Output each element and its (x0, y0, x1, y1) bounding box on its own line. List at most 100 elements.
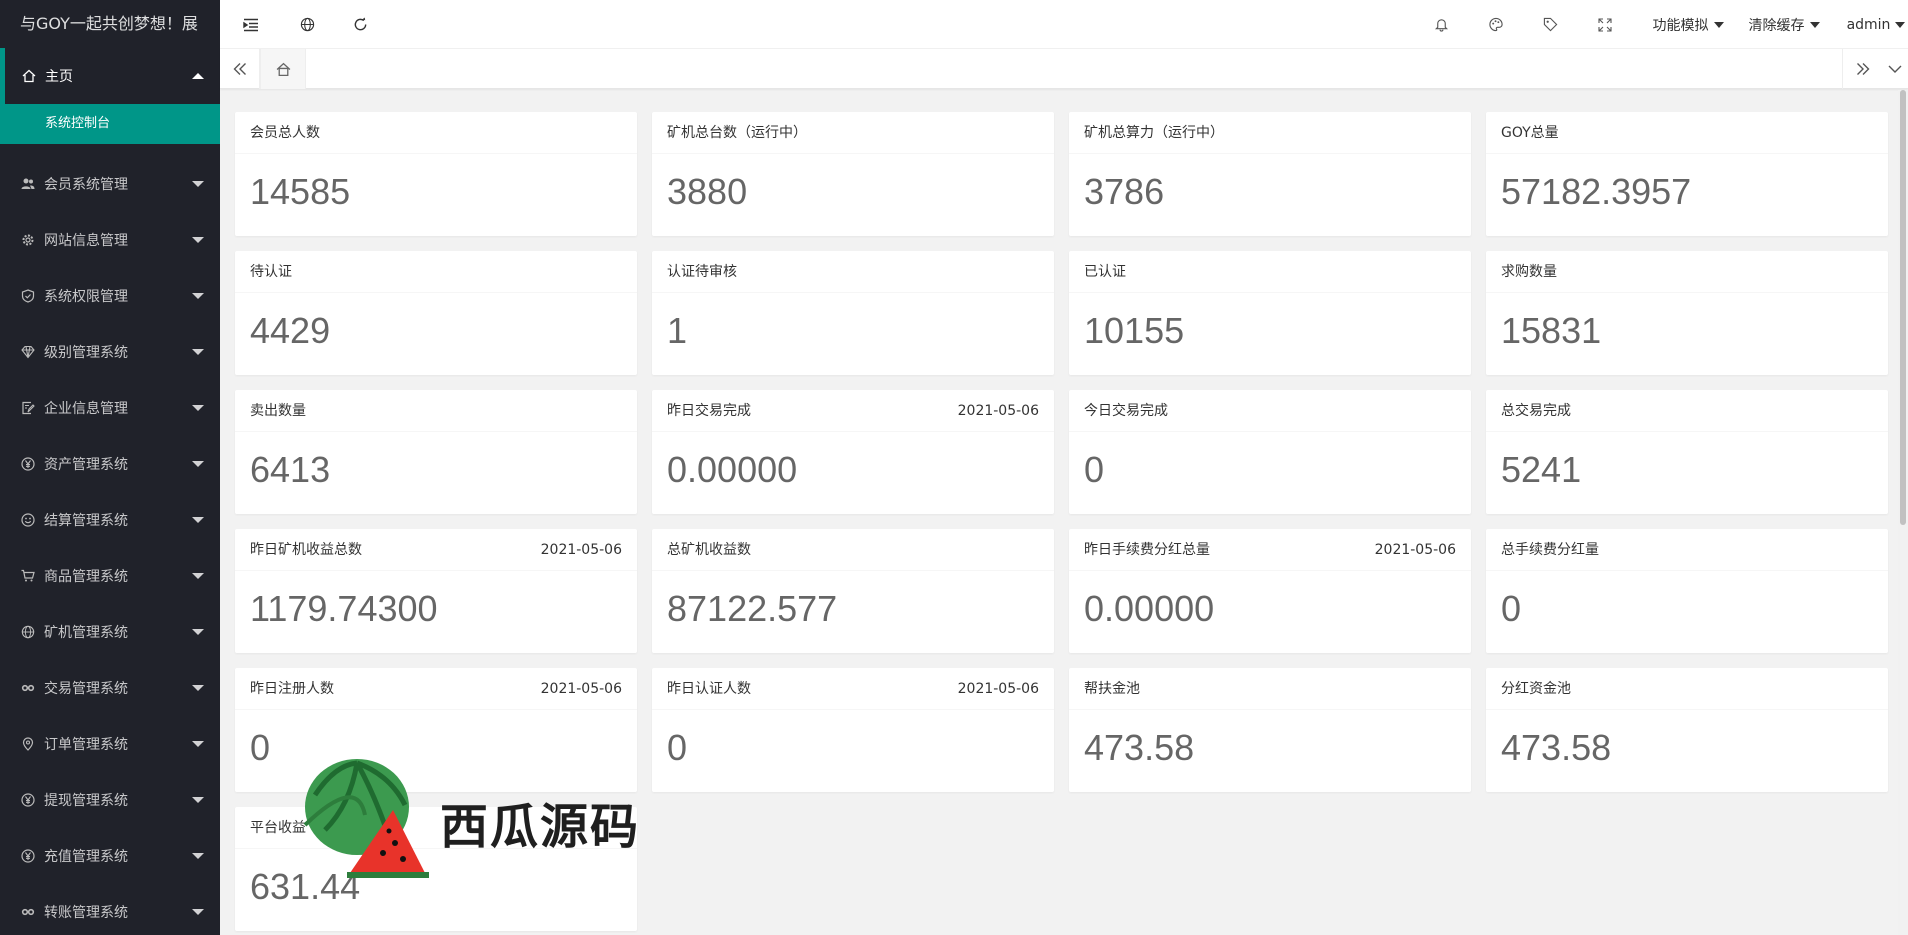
stat-card-header: 帮扶金池 (1069, 668, 1471, 710)
username: admin (1846, 16, 1891, 33)
clear-cache-menu[interactable]: 清除缓存 (1744, 0, 1824, 49)
stat-card: 昨日矿机收益总数 2021-05-06 1179.74300 (235, 529, 637, 653)
users-icon (20, 176, 36, 192)
sidebar-item-6[interactable]: 资产管理系统 (0, 436, 220, 492)
scrollbar-thumb[interactable] (1900, 90, 1906, 525)
tab-home[interactable] (260, 49, 306, 89)
stat-card-value: 57182.3957 (1501, 171, 1692, 212)
sidebar-item-label: 订单管理系统 (44, 737, 128, 753)
stat-card-title: 昨日矿机收益总数 (250, 542, 362, 558)
stat-card-value: 3880 (667, 171, 748, 212)
sidebar-item-8[interactable]: 商品管理系统 (0, 548, 220, 604)
sidebar-item-3[interactable]: 系统权限管理 (0, 268, 220, 324)
notification-button[interactable] (1426, 0, 1456, 49)
stat-card-title: GOY总量 (1501, 125, 1559, 141)
stat-card-title: 总矿机收益数 (667, 542, 751, 558)
palette-icon (1489, 17, 1503, 32)
sidebar: 与GOY一起共创梦想！展 主页 系统控制台 会员系统管理 网站信息管理系统权限管理… (0, 0, 220, 935)
theme-button[interactable] (1481, 0, 1511, 49)
stat-card: 认证待审核 1 (652, 251, 1054, 375)
stat-card-date: 2021-05-06 (540, 681, 622, 697)
website-button[interactable] (292, 0, 322, 49)
stat-card-title: 卖出数量 (250, 403, 306, 419)
location-icon (20, 736, 36, 752)
app-logo-title[interactable]: 与GOY一起共创梦想！展 (0, 0, 220, 48)
stat-card-value: 6413 (250, 449, 331, 490)
stat-card-title: 认证待审核 (667, 264, 737, 280)
stat-card-header: GOY总量 (1486, 112, 1888, 154)
refresh-icon (354, 17, 366, 31)
stat-card-value: 3786 (1084, 171, 1165, 212)
sidebar-item-label: 商品管理系统 (44, 569, 128, 585)
chevron-down-icon (192, 237, 204, 243)
stat-card-value: 1179.74300 (250, 588, 438, 629)
chevron-down-icon (1888, 65, 1902, 73)
home-icon (21, 68, 37, 84)
chevron-down-icon (1895, 21, 1906, 28)
stat-card-value: 10155 (1084, 310, 1185, 351)
chevron-down-icon (192, 517, 204, 523)
stat-card-header: 待认证 (235, 251, 637, 293)
stat-card: 已认证 10155 (1069, 251, 1471, 375)
stat-card-header: 今日交易完成 (1069, 390, 1471, 432)
sidebar-item-7[interactable]: 结算管理系统 (0, 492, 220, 548)
sidebar-item-9[interactable]: 矿机管理系统 (0, 604, 220, 660)
chevron-down-icon (192, 405, 204, 411)
sidebar-item-10[interactable]: 交易管理系统 (0, 660, 220, 716)
sidebar-subitem-console[interactable]: 系统控制台 (0, 104, 220, 144)
refresh-button[interactable] (345, 0, 375, 49)
stat-card-title: 昨日交易完成 (667, 403, 751, 419)
stat-card-header: 矿机总台数（运行中） (652, 112, 1054, 154)
tag-button[interactable] (1535, 0, 1565, 49)
link-icon (20, 680, 36, 696)
function-simulate-label: 功能模拟 (1652, 17, 1709, 34)
stat-card-header: 卖出数量 (235, 390, 637, 432)
vertical-scrollbar[interactable] (1898, 90, 1908, 935)
stat-card-title: 已认证 (1084, 264, 1126, 280)
sidebar-item-home[interactable]: 主页 (0, 48, 220, 104)
sidebar-item-4[interactable]: 级别管理系统 (0, 324, 220, 380)
chevron-down-icon (192, 293, 204, 299)
chevron-down-icon (192, 853, 204, 859)
sidebar-item-11[interactable]: 订单管理系统 (0, 716, 220, 772)
stat-card: GOY总量 57182.3957 (1486, 112, 1888, 236)
sidebar-item-5[interactable]: 企业信息管理 (0, 380, 220, 436)
stat-card-title: 帮扶金池 (1084, 681, 1140, 697)
sidebar-item-label: 充值管理系统 (44, 849, 128, 865)
sidebar-item-label: 会员系统管理 (44, 177, 128, 193)
stat-card-value: 0.00000 (1084, 588, 1215, 629)
globe-icon (300, 17, 314, 32)
sidebar-item-13[interactable]: 充值管理系统 (0, 828, 220, 884)
sidebar-item-label: 结算管理系统 (44, 513, 128, 529)
chevron-down-icon (1713, 21, 1724, 28)
stat-card-header: 总手续费分红量 (1486, 529, 1888, 571)
sidebar-item-label: 交易管理系统 (44, 681, 128, 697)
sidebar-item-14[interactable]: 转账管理系统 (0, 884, 220, 935)
stat-card-header: 总交易完成 (1486, 390, 1888, 432)
sidebar-item-label: 企业信息管理 (44, 401, 128, 417)
stat-card: 卖出数量 6413 (235, 390, 637, 514)
link-icon (20, 904, 36, 920)
tabs-scroll-right-button[interactable] (1842, 49, 1882, 89)
chevron-down-icon (192, 349, 204, 355)
home-icon (276, 62, 290, 76)
clear-cache-label: 清除缓存 (1748, 17, 1805, 34)
tabs-dropdown-button[interactable] (1882, 49, 1908, 89)
function-simulate-menu[interactable]: 功能模拟 (1648, 0, 1728, 49)
stat-card-value: 473.58 (1084, 727, 1195, 768)
tabs-scroll-left-button[interactable] (220, 49, 260, 89)
stat-card-value: 14585 (250, 171, 351, 212)
user-menu[interactable]: admin (1844, 0, 1908, 49)
stat-card-value: 0 (667, 727, 688, 768)
sidebar-item-2[interactable]: 网站信息管理 (0, 212, 220, 268)
fullscreen-button[interactable] (1590, 0, 1620, 49)
stat-card-date: 2021-05-06 (957, 403, 1039, 419)
sidebar-item-12[interactable]: 提现管理系统 (0, 772, 220, 828)
stat-card-title: 昨日认证人数 (667, 681, 751, 697)
sidebar-item-1[interactable]: 会员系统管理 (0, 156, 220, 212)
sidebar-item-label: 网站信息管理 (44, 233, 128, 249)
top-header: 功能模拟 清除缓存 admin (220, 0, 1908, 49)
collapse-menu-button[interactable] (236, 0, 266, 49)
stat-card-header: 昨日交易完成 2021-05-06 (652, 390, 1054, 432)
stat-card-value: 473.58 (1501, 727, 1612, 768)
